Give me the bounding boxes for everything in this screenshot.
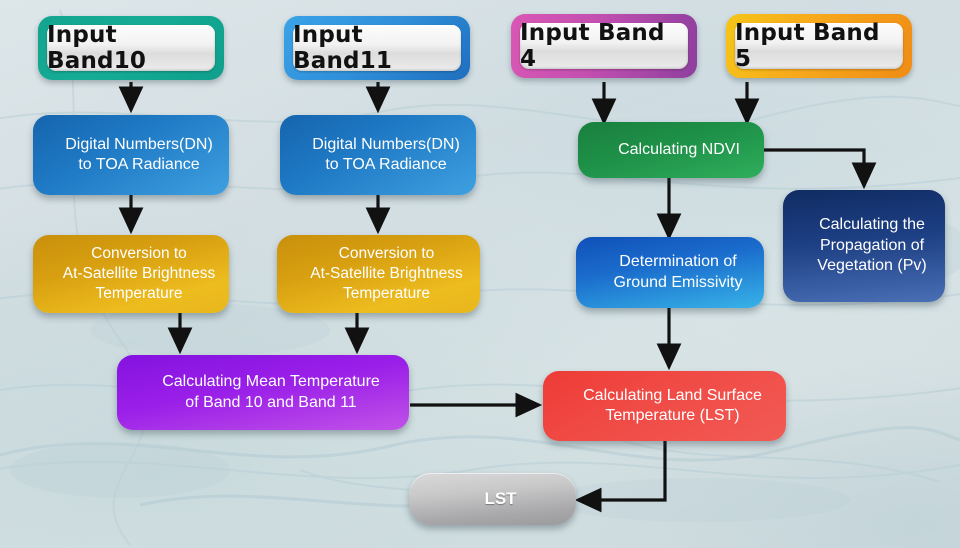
process-node-brightness-temperature-band11[interactable]: Conversion to At-Satellite Brightness Te… [277, 235, 480, 313]
node-line-2: of Band 10 and Band 11 [185, 393, 357, 411]
input-node-band10[interactable]: Input Band10 [38, 16, 224, 80]
process-node-dn-to-radiance-band11[interactable]: Digital Numbers(DN) to TOA Radiance [280, 115, 476, 195]
node-line-3: Vegetation (Pv) [817, 257, 927, 275]
process-node-calculating-ndvi[interactable]: Calculating NDVI [578, 122, 764, 178]
node-line-2: Propagation of [819, 236, 925, 254]
node-line-2: Temperature (LST) [605, 407, 740, 424]
diagram-canvas: Input Band10 Input Band11 Input Band 4 I… [0, 0, 960, 548]
node-line-1: Calculating Mean Temperature [162, 373, 380, 391]
process-node-mean-temperature[interactable]: Calculating Mean Temperature of Band 10 … [117, 355, 409, 430]
node-line-1: Conversion to [91, 245, 187, 263]
input-node-band5[interactable]: Input Band 5 [726, 14, 912, 78]
node-line-2: Ground Emissivity [613, 273, 743, 291]
input-node-band4[interactable]: Input Band 4 [511, 14, 697, 78]
node-line-1: Calculating NDVI [618, 140, 740, 158]
output-node-lst[interactable]: LST [409, 473, 576, 525]
process-node-calculating-lst[interactable]: Calculating Land Surface Temperature (LS… [543, 371, 786, 441]
input-node-band5-label: Input Band 5 [735, 20, 903, 72]
node-line-3: Temperature [342, 284, 430, 302]
node-line-2: to TOA Radiance [325, 156, 447, 173]
node-line-2: to TOA Radiance [78, 156, 200, 173]
node-line-1: Determination of [619, 253, 737, 271]
node-line-2: At-Satellite Brightness [310, 265, 463, 283]
input-node-band10-label: Input Band10 [47, 22, 215, 74]
node-line-1: Digital Numbers(DN) [65, 135, 213, 153]
input-node-band11-label: Input Band11 [293, 22, 461, 74]
node-line-3: Temperature [95, 284, 183, 302]
node-line-2: At-Satellite Brightness [62, 265, 216, 283]
node-line-1: Digital Numbers(DN) [312, 135, 460, 153]
input-node-band11[interactable]: Input Band11 [284, 16, 470, 80]
node-line-1: Calculating Land Surface [583, 386, 762, 404]
node-line-1: Conversion to [338, 245, 435, 263]
node-line-1: Calculating the [819, 216, 925, 234]
input-node-band4-label: Input Band 4 [520, 20, 688, 72]
process-node-ground-emissivity[interactable]: Determination of Ground Emissivity [576, 237, 764, 308]
output-node-lst-label: LST [484, 489, 517, 509]
process-node-dn-to-radiance-band10[interactable]: Digital Numbers(DN) to TOA Radiance [33, 115, 229, 195]
process-node-proportion-of-vegetation[interactable]: Calculating the Propagation of Vegetatio… [783, 190, 945, 302]
process-node-brightness-temperature-band10[interactable]: Conversion to At-Satellite Brightness Te… [33, 235, 229, 313]
